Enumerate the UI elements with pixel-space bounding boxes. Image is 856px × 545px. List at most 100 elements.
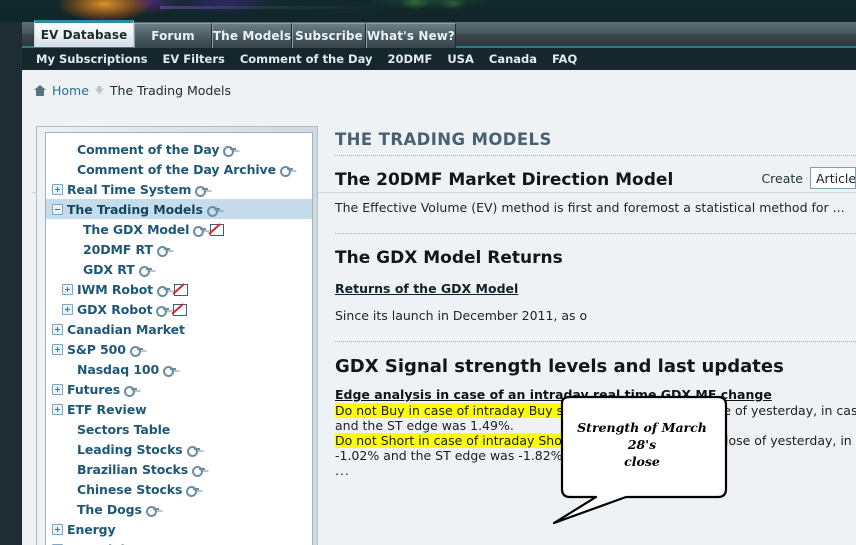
sidebar-item-label: GDX RT xyxy=(83,261,135,277)
home-icon[interactable] xyxy=(34,84,46,96)
sidebar-item-gdx-robot[interactable]: GDX Robot xyxy=(46,299,312,319)
key-icon xyxy=(193,224,207,237)
sidebar-item-label: Sectors Table xyxy=(77,421,171,437)
chart-icon xyxy=(210,223,225,236)
key-icon xyxy=(192,464,206,477)
sidebar-item-label: GDX Robot xyxy=(77,301,153,317)
key-icon xyxy=(223,144,237,157)
subnav-item-canada[interactable]: Canada xyxy=(489,52,537,66)
key-icon xyxy=(145,504,159,517)
left-gutter xyxy=(0,22,22,545)
tab-ev-database[interactable]: EV Database xyxy=(34,20,134,47)
breadcrumb: Home The Trading Models xyxy=(34,80,231,100)
breadcrumb-current: The Trading Models xyxy=(109,82,232,98)
key-icon xyxy=(206,204,220,217)
sidebar-item-label: Leading Stocks xyxy=(77,441,183,457)
key-icon xyxy=(156,244,170,257)
sidebar-item-label: The Trading Models xyxy=(67,201,203,217)
divider-1 xyxy=(335,155,856,156)
sidebar-item-iwm-robot[interactable]: IWM Robot xyxy=(46,279,312,299)
sidebar-item-etf-review[interactable]: ETF Review xyxy=(46,399,312,419)
tab-forum[interactable]: Forum xyxy=(134,23,212,48)
sidebar-item-label: IWM Robot xyxy=(77,281,154,297)
page-body: Home The Trading Models Create Article C… xyxy=(22,70,856,545)
sidebar-item-label: Comment of the Day Archive xyxy=(77,161,276,177)
sidebar-item-chinese-stocks[interactable]: Chinese Stocks xyxy=(46,479,312,499)
subnav-item-my-subscriptions[interactable]: My Subscriptions xyxy=(36,52,148,66)
sidebar-item-nasdaq-100[interactable]: Nasdaq 100 xyxy=(46,359,312,379)
sidebar-item-energy[interactable]: Energy xyxy=(46,519,312,539)
sidebar-item-the-trading-models[interactable]: The Trading Models xyxy=(46,199,312,219)
section-body-20dmf: The Effective Volume (EV) method is firs… xyxy=(335,200,845,215)
edge-line-short-cont: -1.02% and the ST edge was -1.82%. xyxy=(335,448,567,463)
edge-analysis-subheading: Edge analysis in case of an intraday rea… xyxy=(335,387,772,402)
chart-icon xyxy=(173,303,188,316)
sidebar-item-gdx-rt[interactable]: GDX RT xyxy=(46,259,312,279)
key-icon xyxy=(186,444,200,457)
buy-signal-rest: because at the close of yesterday, in ca… xyxy=(601,403,856,418)
sidebar-item-label: Real Time System xyxy=(67,181,192,197)
section-heading-gdx-signal: GDX Signal strength levels and last upda… xyxy=(335,356,784,377)
short-signal-highlight: Do not Short in case of intraday Short s… xyxy=(335,433,617,448)
main-content: THE TRADING MODELS The 20DMF Market Dire… xyxy=(325,126,856,545)
subnav-item-20dmf[interactable]: 20DMF xyxy=(387,52,432,66)
sidebar-item-canadian-market[interactable]: Canadian Market xyxy=(46,319,312,339)
sidebar-item-brazilian-stocks[interactable]: Brazilian Stocks xyxy=(46,459,312,479)
expand-plus-icon[interactable] xyxy=(52,323,63,335)
chart-icon xyxy=(174,283,189,296)
breadcrumb-separator-icon xyxy=(94,85,104,95)
expand-plus-icon[interactable] xyxy=(52,523,63,535)
sidebar-item-20dmf-rt[interactable]: 20DMF RT xyxy=(46,239,312,259)
key-icon xyxy=(157,284,171,297)
expand-plus-icon[interactable] xyxy=(52,403,63,415)
key-icon xyxy=(279,164,293,177)
returns-of-the-gdx-model-link[interactable]: Returns of the GDX Model xyxy=(335,281,518,296)
buy-signal-highlight: Do not Buy in case of intraday Buy signa… xyxy=(335,403,598,418)
expand-plus-icon[interactable] xyxy=(52,343,63,355)
sidebar-item-label: Nasdaq 100 xyxy=(77,361,160,377)
sidebar-tree: Comment of the Day Comment of the Day Arc… xyxy=(45,132,313,545)
expand-plus-icon[interactable] xyxy=(62,283,73,295)
tab-what-s-new[interactable]: What's New? xyxy=(366,23,456,48)
sidebar-item-label: Materials xyxy=(67,542,132,545)
sidebar-item-label: Chinese Stocks xyxy=(77,481,183,497)
sidebar-item-comment-of-the-day[interactable]: Comment of the Day xyxy=(46,139,312,159)
sidebar-item-comment-of-the-day-archive[interactable]: Comment of the Day Archive xyxy=(46,159,312,179)
expand-plus-icon[interactable] xyxy=(62,303,73,315)
subnav-item-comment-of-the-day[interactable]: Comment of the Day xyxy=(240,52,373,66)
tab-the-models[interactable]: The Models xyxy=(212,23,292,48)
banner-foliage-left xyxy=(400,0,430,10)
key-icon xyxy=(186,484,200,497)
sidebar-item-the-gdx-model[interactable]: The GDX Model xyxy=(46,219,312,239)
subnav-item-ev-filters[interactable]: EV Filters xyxy=(163,52,225,66)
expand-plus-icon[interactable] xyxy=(52,383,63,395)
sidebar-item-label: ETF Review xyxy=(67,401,147,417)
sidebar: Comment of the Day Comment of the Day Arc… xyxy=(36,126,318,545)
sidebar-item-s-p-500[interactable]: S&P 500 xyxy=(46,339,312,359)
subnav-item-faq[interactable]: FAQ xyxy=(552,52,577,66)
sidebar-item-materials[interactable]: Materials xyxy=(46,539,312,545)
tab-subscribe[interactable]: Subscribe xyxy=(292,23,366,48)
edge-line-buy-cont: and the ST edge was 1.49%. xyxy=(335,418,514,433)
sidebar-item-futures[interactable]: Futures xyxy=(46,379,312,399)
subnav-item-usa[interactable]: USA xyxy=(447,52,474,66)
sidebar-item-label: Brazilian Stocks xyxy=(77,461,189,477)
sidebar-item-real-time-system[interactable]: Real Time System xyxy=(46,179,312,199)
divider-3 xyxy=(335,341,856,342)
sidebar-item-label: Canadian Market xyxy=(67,321,185,337)
sidebar-item-leading-stocks[interactable]: Leading Stocks xyxy=(46,439,312,459)
key-icon xyxy=(156,304,170,317)
short-signal-rest: because at the close of yesterday, in ca… xyxy=(620,433,856,448)
collapse-minus-icon[interactable] xyxy=(52,203,63,215)
sidebar-item-label: Energy xyxy=(67,521,116,537)
key-icon xyxy=(129,344,143,357)
secondary-nav-bar: My Subscriptions EV Filters Comment of the… xyxy=(22,48,856,70)
key-icon xyxy=(163,364,177,377)
sidebar-item-the-dogs[interactable]: The Dogs xyxy=(46,499,312,519)
breadcrumb-home-link[interactable]: Home xyxy=(52,83,89,98)
section-heading-20dmf: The 20DMF Market Direction Model xyxy=(335,170,674,190)
expand-plus-icon[interactable] xyxy=(52,183,63,195)
truncation-ellipsis: ... xyxy=(335,463,350,478)
sidebar-item-label: The Dogs xyxy=(77,501,142,517)
sidebar-item-sectors-table[interactable]: Sectors Table xyxy=(46,419,312,439)
